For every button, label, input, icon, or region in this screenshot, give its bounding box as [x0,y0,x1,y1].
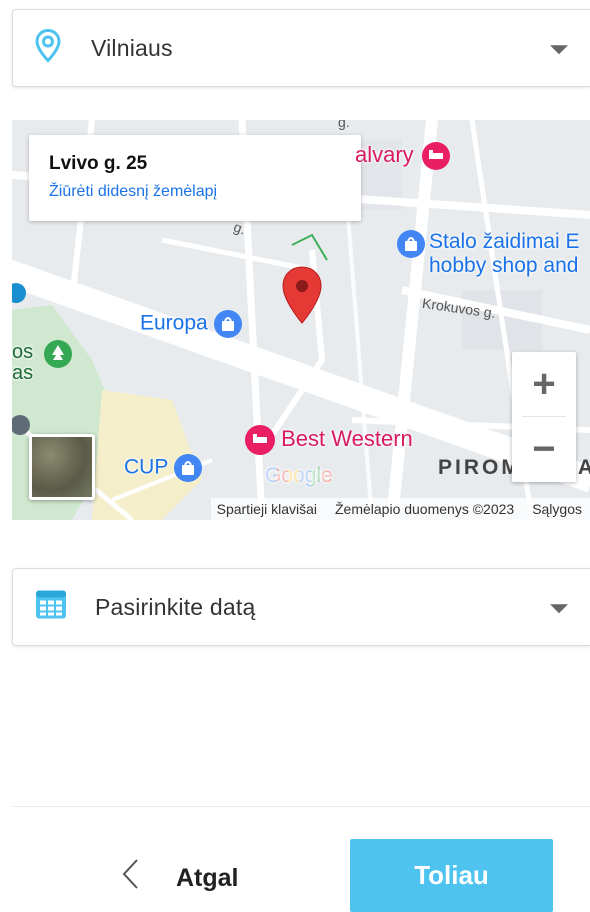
terms-link[interactable]: Sąlygos [532,501,582,517]
shopping-bag-icon [213,310,242,338]
hotel-icon [245,425,275,455]
hotel-icon [421,142,450,171]
poi-europa[interactable]: Europa [140,310,242,338]
poi-park-line2: as [12,362,34,384]
zoom-in-button[interactable]: + [512,352,576,416]
poi-stalo-line1: Stalo žaidimai E [429,230,580,253]
poi-best-western[interactable]: Best Western [245,425,413,455]
date-select[interactable]: Pasirinkite datą [12,568,590,646]
google-logo-text: Google [265,464,333,487]
shopping-bag-icon [397,230,425,258]
footer-divider [12,806,590,807]
back-button[interactable]: Atgal [120,848,239,908]
city-select-value: Vilniaus [91,34,173,61]
district-label-tail: A [577,456,590,479]
back-button-label: Atgal [176,863,239,892]
tree-icon [44,340,72,368]
poi-europa-label: Europa [140,311,208,335]
poi-best-western-label: Best Western [281,425,413,451]
chevron-down-icon [550,604,568,614]
satellite-toggle[interactable] [29,434,95,500]
map-address: Lvivo g. 25 [49,153,148,174]
map-attribution: Spartieji klavišai Žemėlapio duomenys ©2… [210,498,590,520]
date-select-placeholder: Pasirinkite datą [95,593,256,620]
calendar-icon [35,590,67,625]
view-larger-map-link[interactable]: Žiūrėti didesnį žemėlapį [49,183,341,201]
poi-stalo-zaidimai[interactable]: Stalo žaidimai Ehobby shop and [397,230,580,278]
poi-calvary-label: alvary [355,142,414,167]
poi-park[interactable]: os as [12,342,33,384]
google-logo: Google [265,464,333,488]
map-data-text: Žemėlapio duomenys ©2023 [334,501,515,517]
map[interactable]: Lvivo g. 25 Žiūrėti didesnį žemėlapį alv… [12,120,590,520]
chevron-down-icon [550,45,568,55]
chevron-left-icon [120,857,140,900]
poi-calvary[interactable]: alvary [355,142,450,171]
keyboard-shortcuts-link[interactable]: Spartieji klavišai [217,501,317,517]
map-info-card: Lvivo g. 25 Žiūrėti didesnį žemėlapį [29,135,361,221]
shopping-bag-icon [173,454,202,482]
location-marker-icon[interactable] [280,265,324,330]
poi-cup[interactable]: CUP [124,454,202,482]
location-pin-icon [35,28,61,68]
district-label-main: PIROM [438,456,522,479]
city-select[interactable]: Vilniaus [12,9,590,87]
poi-park-line1: os [12,341,34,363]
street-label-top: g. [338,120,350,130]
zoom-controls: + − [512,352,576,482]
poi-cup-label: CUP [124,455,168,479]
next-button[interactable]: Toliau [350,839,553,912]
zoom-out-button[interactable]: − [512,417,576,481]
poi-stalo-line2: hobby shop and [429,254,579,277]
